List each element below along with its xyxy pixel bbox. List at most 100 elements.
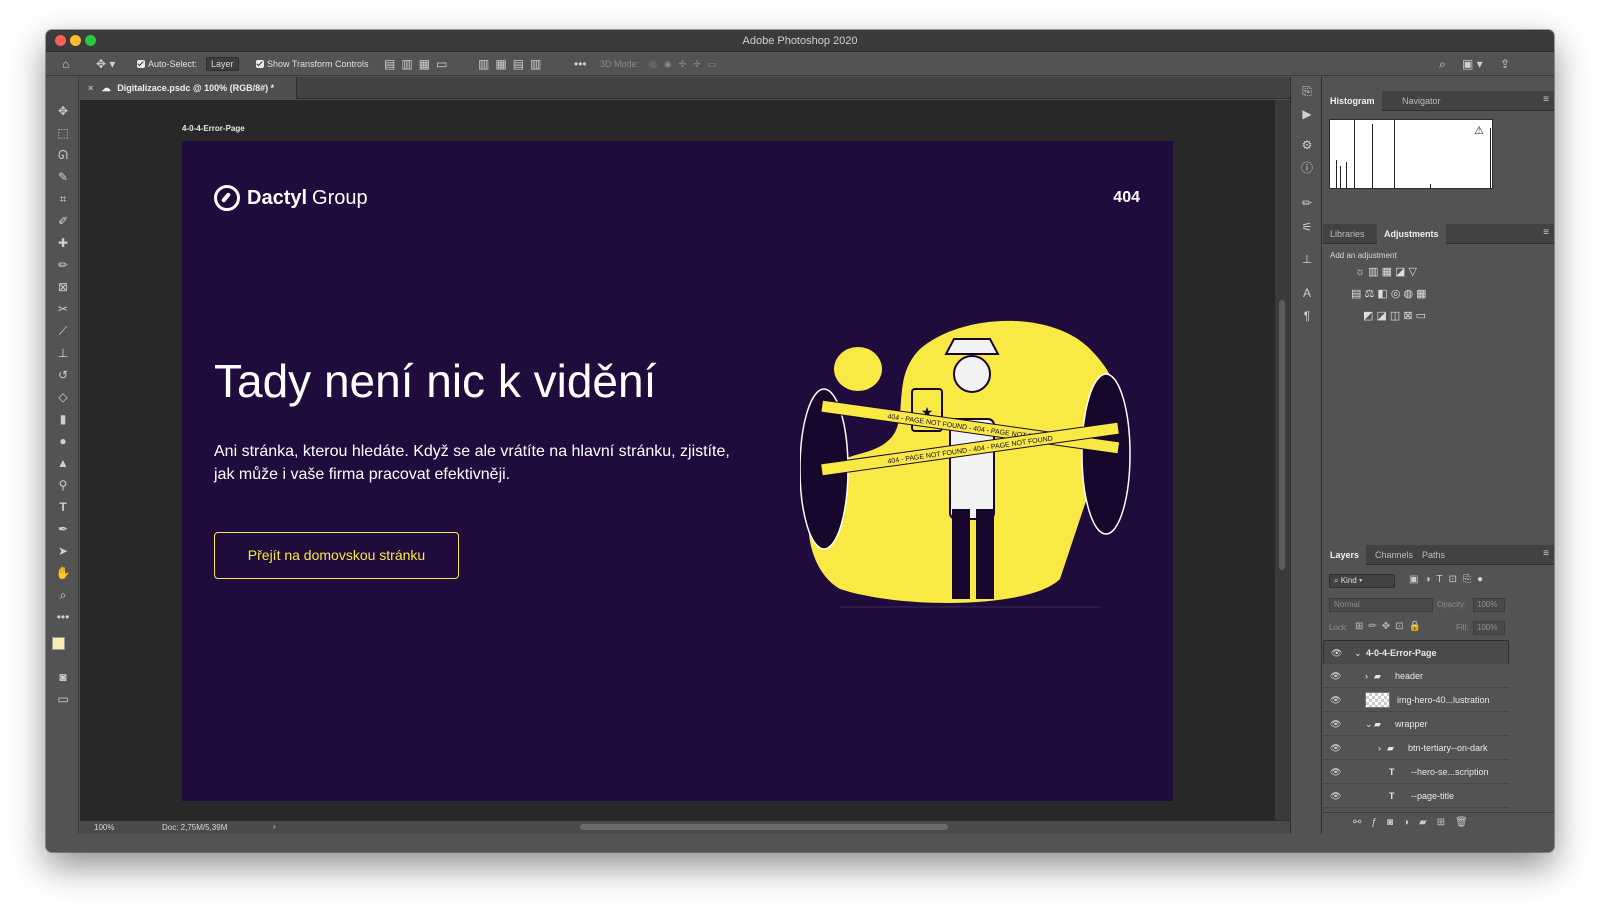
screen-mode-icon[interactable]: ▭ — [52, 689, 74, 709]
character-panel-icon[interactable]: A — [1299, 285, 1315, 301]
history-brush-icon[interactable]: ↺ — [52, 365, 74, 385]
quick-select-tool-icon[interactable]: ✎ — [52, 167, 74, 187]
disclosure-chevron-icon[interactable]: › — [1378, 736, 1381, 760]
distribute-icons[interactable]: ▥▦▤▥ — [478, 56, 547, 72]
stamp-tool-icon[interactable]: ⊥ — [52, 343, 74, 363]
adjustment-icons-row-2[interactable]: ▤ ⚖ ◧ ◎ ◍ ▦ — [1351, 287, 1471, 300]
adjustment-icons-row-3[interactable]: ◩ ◪ ◫ ⊠ ▭ — [1363, 309, 1483, 322]
adjustment-icons-row-1[interactable]: ☼ ▥ ▦ ◪ ▽ — [1355, 265, 1475, 278]
brush-settings-icon[interactable]: ⚟ — [1299, 219, 1315, 235]
visibility-eye-icon[interactable]: 👁 — [1330, 736, 1341, 760]
layer-row[interactable]: 👁 T --page-title — [1323, 784, 1509, 808]
lasso-tool-icon[interactable]: ᘏ — [52, 145, 74, 165]
brush-tool-icon[interactable]: ✏ — [52, 255, 74, 275]
auto-select-checkbox[interactable]: Auto-Select: — [137, 56, 197, 72]
warning-icon[interactable]: ⚠ — [1474, 124, 1484, 137]
artboard-label[interactable]: 4-0-4-Error-Page — [182, 124, 245, 133]
layer-row[interactable]: 👁 ⌄ ▰ wrapper — [1323, 712, 1509, 736]
panel-menu-icon[interactable]: ≡ — [1543, 548, 1549, 559]
police-tape-illustration: ★ 404 - PAGE NOT FOUND - 404 - PAGE NOT … — [800, 320, 1131, 608]
share-icon[interactable]: ⇪ — [1500, 56, 1510, 72]
tab-navigator[interactable]: Navigator — [1395, 91, 1448, 111]
blur-tool-icon[interactable]: ● — [52, 431, 74, 451]
vertical-scrollbar[interactable] — [1275, 100, 1290, 820]
visibility-eye-icon[interactable]: 👁 — [1330, 712, 1341, 736]
zoom-tool-icon[interactable]: ⌕ — [52, 585, 74, 605]
pen-tool-icon[interactable]: ✒ — [52, 519, 74, 539]
frame-tool-icon[interactable]: ⊠ — [52, 277, 74, 297]
layer-row[interactable]: 👁 img-hero-40...lustration — [1323, 688, 1509, 712]
visibility-eye-icon[interactable]: 👁 — [1330, 664, 1341, 688]
tab-libraries[interactable]: Libraries — [1323, 224, 1372, 244]
healing-brush-icon[interactable]: ✚ — [52, 233, 74, 253]
tab-histogram[interactable]: Histogram — [1323, 91, 1382, 111]
visibility-eye-icon[interactable]: 👁 — [1330, 784, 1341, 808]
status-chevron-icon[interactable]: › — [273, 822, 276, 831]
visibility-eye-icon[interactable]: 👁 — [1331, 641, 1342, 665]
info-panel-icon[interactable]: ⓘ — [1299, 160, 1315, 176]
path-select-icon[interactable]: ➤ — [52, 541, 74, 561]
search-icon[interactable]: ⌕ — [1439, 56, 1446, 72]
home-button[interactable]: Přejít na domovskou stránku — [214, 532, 459, 579]
eyedropper-tool-icon[interactable]: ✐ — [52, 211, 74, 231]
tab-paths[interactable]: Paths — [1415, 545, 1452, 565]
show-transform-checkbox[interactable]: Show Transform Controls — [256, 56, 369, 72]
content-aware-icon[interactable]: ✂ — [52, 299, 74, 319]
marquee-tool-icon[interactable]: ⬚ — [52, 123, 74, 143]
tab-adjustments[interactable]: Adjustments — [1377, 224, 1446, 244]
panel-menu-icon[interactable]: ≡ — [1543, 227, 1549, 238]
gradient-tool-icon[interactable]: ▮ — [52, 409, 74, 429]
properties-panel-icon[interactable]: ⚙ — [1299, 137, 1315, 153]
eraser-tool-icon[interactable]: ◇ — [52, 387, 74, 407]
panel-menu-icon[interactable]: ≡ — [1543, 94, 1549, 105]
type-tool-icon[interactable]: T — [52, 497, 74, 517]
disclosure-chevron-icon[interactable]: › — [1365, 664, 1368, 688]
close-tab-icon[interactable]: × — [88, 83, 93, 93]
align-icons[interactable]: ▤▥▦▭ — [384, 56, 453, 72]
more-tools-icon[interactable]: ••• — [52, 607, 74, 627]
workspace-icon[interactable]: ▣ ▾ — [1462, 56, 1483, 72]
layer-row[interactable]: 👁 › ▰ btn-tertiary--on-dark — [1323, 736, 1509, 760]
disclosure-chevron-icon[interactable]: ⌄ — [1354, 641, 1362, 665]
brushes-panel-icon[interactable]: ✏ — [1299, 195, 1315, 211]
actions-panel-icon[interactable]: ▶ — [1299, 106, 1315, 122]
fill-input[interactable]: 100% — [1473, 621, 1505, 635]
hand-tool-icon[interactable]: ✋ — [52, 563, 74, 583]
canvas-area[interactable]: 4-0-4-Error-Page Dactyl Group 404 Tady n… — [80, 100, 1275, 820]
document-tab[interactable]: × ☁ Digitalizace.psdc @ 100% (RGB/8#) * — [80, 77, 297, 99]
zoom-level[interactable]: 100% — [94, 823, 114, 832]
home-icon[interactable]: ⌂ — [62, 56, 69, 72]
layer-kind-filter[interactable]: ⌕ Kind ▾ — [1329, 574, 1395, 588]
layer-row[interactable]: 👁 › ▰ header — [1323, 664, 1509, 688]
tab-layers[interactable]: Layers — [1323, 545, 1367, 565]
move-tool-icon[interactable]: ✥ ▾ — [96, 56, 115, 72]
move-tool-icon[interactable]: ✥ — [52, 101, 74, 121]
auto-select-dropdown[interactable]: Layer — [206, 57, 239, 71]
lock-icons[interactable]: ⊞✏✥⊡🔒 — [1355, 621, 1426, 632]
tab-channels[interactable]: Channels — [1368, 545, 1420, 565]
3d-mode-icons[interactable]: ◎◉✣✢▭ — [649, 56, 723, 72]
layer-row[interactable]: 👁 ⌄ 4-0-4-Error-Page — [1323, 640, 1509, 664]
layer-row[interactable]: 👁 T --hero-se...scription — [1323, 760, 1509, 784]
horizontal-scroll-thumb[interactable] — [580, 824, 948, 830]
more-options-icon[interactable]: ••• — [574, 56, 587, 72]
foreground-color-swatch[interactable] — [52, 637, 65, 650]
visibility-eye-icon[interactable]: 👁 — [1330, 760, 1341, 784]
paint-brush-icon[interactable]: ⟋ — [52, 321, 74, 341]
opacity-input[interactable]: 100% — [1473, 598, 1505, 612]
disclosure-chevron-icon[interactable]: ⌄ — [1365, 712, 1373, 736]
layer-action-icons[interactable]: ⚯ƒ◙◑▰⊞🗑 — [1353, 817, 1478, 828]
paragraph-panel-icon[interactable]: ¶ — [1299, 308, 1315, 324]
sharpen-tool-icon[interactable]: ▲ — [52, 453, 74, 473]
quick-mask-icon[interactable]: ◙ — [52, 667, 74, 687]
vertical-scroll-thumb[interactable] — [1279, 300, 1285, 570]
blend-mode-select[interactable]: Normal — [1329, 598, 1433, 612]
dodge-tool-icon[interactable]: ⚲ — [52, 475, 74, 495]
clone-source-icon[interactable]: ⊥ — [1299, 251, 1315, 267]
doc-size[interactable]: Doc: 2,75M/5,39M — [162, 823, 227, 832]
history-panel-icon[interactable]: ⎘ — [1299, 83, 1315, 99]
crop-tool-icon[interactable]: ⌗ — [52, 189, 74, 209]
layer-filter-icons[interactable]: ▣◑T⊡⎘● — [1409, 574, 1489, 585]
visibility-eye-icon[interactable]: 👁 — [1330, 688, 1341, 712]
folder-icon: ▰ — [1374, 719, 1381, 729]
